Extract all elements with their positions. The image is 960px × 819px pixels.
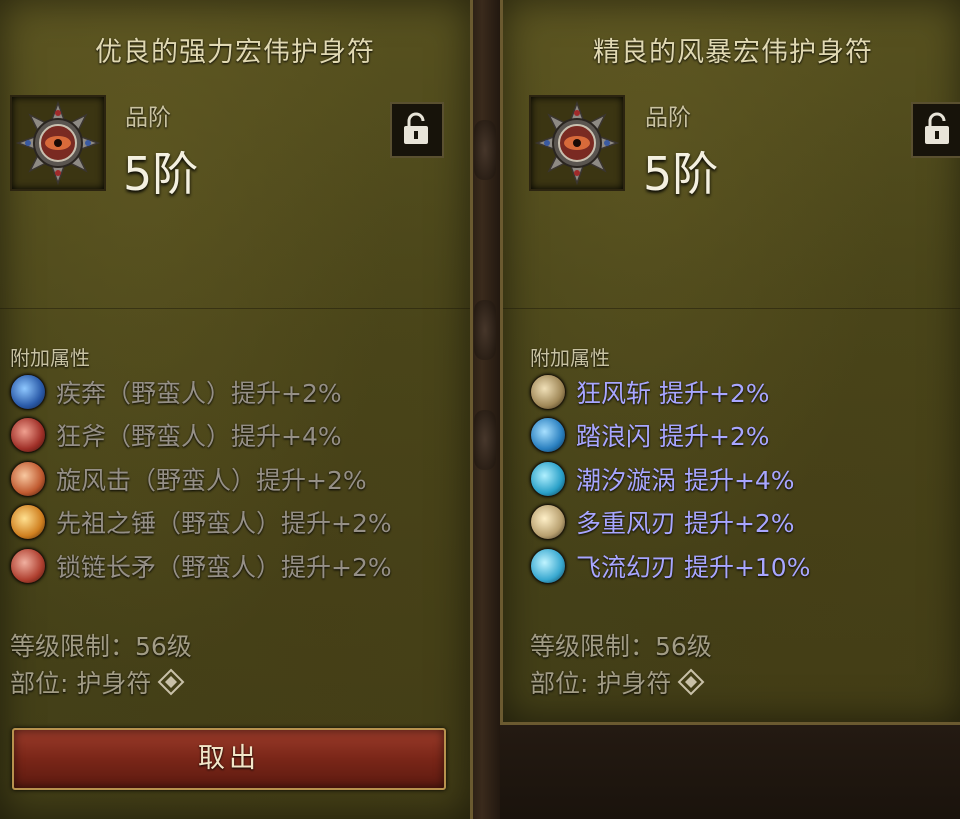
- item-title: 优良的强力宏伟护身符: [95, 37, 375, 68]
- unlock-button[interactable]: [911, 102, 960, 158]
- separator-ornament: [474, 300, 496, 360]
- attribute-text: 多重风刃 提升+2%: [576, 509, 795, 539]
- separator-ornament: [474, 410, 496, 470]
- wave-dash-skill-icon: [530, 417, 566, 454]
- grade-value: 5阶: [123, 147, 199, 201]
- attribute-text: 狂风斩 提升+2%: [576, 378, 770, 408]
- attribute-row: 旋风击（野蛮人）提升+2%: [10, 457, 470, 501]
- attribute-text: 踏浪闪 提升+2%: [576, 422, 770, 452]
- item-title: 精良的风暴宏伟护身符: [593, 37, 873, 68]
- attributes-list: 疾奔（野蛮人）提升+2% 狂斧（野蛮人）提升+4% 旋风击（野蛮人）提升+2% …: [10, 370, 470, 588]
- attribute-row: 锁链长矛（野蛮人）提升+2%: [10, 544, 470, 588]
- level-requirement: 等级限制：56级: [10, 632, 192, 661]
- multi-wind-blade-skill-icon: [530, 504, 566, 541]
- equip-slot: 部位: 护身符: [10, 664, 185, 700]
- separator-ornament: [474, 120, 496, 180]
- attribute-row: 先祖之锤（野蛮人）提升+2%: [10, 501, 470, 545]
- item-icon-frame[interactable]: [529, 95, 625, 191]
- section-divider: [0, 308, 470, 309]
- whirlwind-skill-icon: [10, 460, 46, 497]
- amulet-slot-icon: [677, 668, 705, 696]
- attribute-row: 多重风刃 提升+2%: [530, 501, 960, 545]
- attribute-row: 狂斧（野蛮人）提升+4%: [10, 414, 470, 458]
- equip-slot-text: 部位: 护身符: [10, 669, 152, 698]
- item-icon-frame[interactable]: [10, 95, 106, 191]
- gale-slash-skill-icon: [530, 373, 566, 410]
- item-panel-equipped: 优良的强力宏伟护身符 品阶 5阶 附加属性 疾奔（野蛮人）提升+2% 狂斧（野蛮…: [0, 0, 473, 819]
- chain-spear-skill-icon: [10, 547, 46, 584]
- attribute-text: 潮汐漩涡 提升+4%: [576, 465, 795, 495]
- attribute-text: 疾奔（野蛮人）提升+2%: [56, 378, 342, 408]
- amulet-icon: [535, 101, 619, 185]
- padlock-open-icon: [404, 112, 428, 144]
- panel-separator: [470, 0, 500, 819]
- flowing-blade-skill-icon: [530, 547, 566, 584]
- attribute-row: 疾奔（野蛮人）提升+2%: [10, 370, 470, 414]
- attribute-text: 旋风击（野蛮人）提升+2%: [56, 465, 367, 495]
- unlock-button[interactable]: [390, 102, 444, 158]
- sprint-skill-icon: [10, 373, 46, 410]
- attribute-row: 狂风斩 提升+2%: [530, 370, 960, 414]
- take-out-button[interactable]: 取出: [12, 728, 446, 790]
- grade-label: 品阶: [125, 105, 171, 131]
- padlock-open-icon: [925, 112, 949, 144]
- amulet-icon: [16, 101, 100, 185]
- equip-slot: 部位: 护身符: [530, 664, 705, 700]
- tidal-vortex-skill-icon: [530, 460, 566, 497]
- background-strip: [500, 725, 960, 819]
- grade-value: 5阶: [643, 147, 719, 201]
- attribute-text: 狂斧（野蛮人）提升+4%: [56, 422, 342, 452]
- ancestor-hammer-skill-icon: [10, 504, 46, 541]
- attribute-row: 潮汐漩涡 提升+4%: [530, 457, 960, 501]
- section-divider: [503, 308, 960, 309]
- attributes-heading: 附加属性: [530, 346, 610, 370]
- attributes-list: 狂风斩 提升+2% 踏浪闪 提升+2% 潮汐漩涡 提升+4% 多重风刃 提升+2…: [530, 370, 960, 588]
- attribute-text: 先祖之锤（野蛮人）提升+2%: [56, 509, 392, 539]
- equip-slot-text: 部位: 护身符: [530, 669, 672, 698]
- attribute-text: 飞流幻刃 提升+10%: [576, 552, 811, 582]
- attribute-row: 飞流幻刃 提升+10%: [530, 544, 960, 588]
- level-requirement: 等级限制：56级: [530, 632, 712, 661]
- attributes-heading: 附加属性: [10, 346, 90, 370]
- grade-label: 品阶: [645, 105, 691, 131]
- attribute-row: 踏浪闪 提升+2%: [530, 414, 960, 458]
- attribute-text: 锁链长矛（野蛮人）提升+2%: [56, 552, 392, 582]
- frenzy-axe-skill-icon: [10, 417, 46, 454]
- item-panel-compare: 精良的风暴宏伟护身符 品阶 5阶 附加属性 狂风斩 提升+2% 踏浪闪 提升+2…: [500, 0, 960, 725]
- amulet-slot-icon: [157, 668, 185, 696]
